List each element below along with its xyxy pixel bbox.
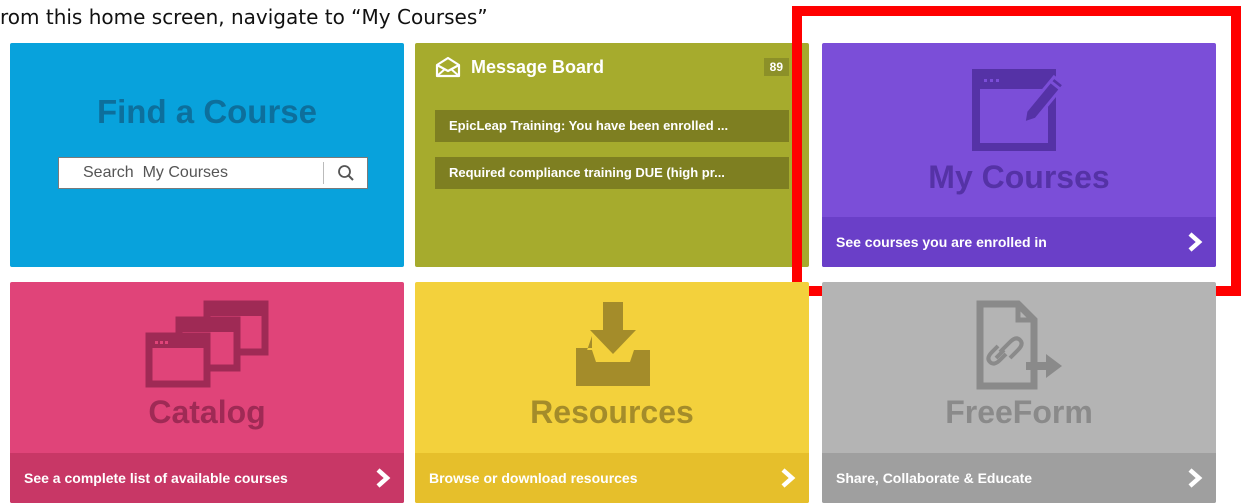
search-input[interactable]	[59, 158, 323, 188]
message-board-title: Message Board	[471, 56, 605, 77]
chevron-right-icon	[376, 468, 391, 488]
my-courses-footer-label: See courses you are enrolled in	[836, 234, 1047, 250]
catalog-link[interactable]: See a complete list of available courses	[10, 453, 404, 503]
resources-title: Resources	[530, 394, 694, 430]
resources-tile[interactable]: Resources Browse or download resources	[415, 282, 809, 503]
download-tray-icon	[576, 302, 650, 386]
catalog-title: Catalog	[148, 394, 266, 430]
search-box	[58, 157, 368, 189]
chevron-right-icon	[1188, 468, 1203, 488]
message-count-badge: 89	[763, 58, 789, 76]
document-link-icon	[976, 300, 1062, 390]
my-courses-tile[interactable]: My Courses See courses you are enrolled …	[822, 43, 1216, 267]
chevron-right-icon	[781, 468, 796, 488]
find-course-title: Find a Course	[96, 93, 318, 130]
window-pencil-icon	[972, 69, 1067, 151]
resources-footer-label: Browse or download resources	[429, 470, 638, 486]
message-item[interactable]: Required compliance training DUE (high p…	[435, 157, 789, 189]
stacked-windows-icon	[145, 300, 269, 388]
envelope-icon	[435, 56, 461, 78]
message-board-tile: Message Board 89 EpicLeap Training: You …	[415, 43, 809, 267]
my-courses-title: My Courses	[928, 159, 1110, 195]
freeform-tile[interactable]: FreeForm Share, Collaborate & Educate	[822, 282, 1216, 503]
freeform-link[interactable]: Share, Collaborate & Educate	[822, 453, 1216, 503]
search-button[interactable]	[325, 158, 367, 188]
search-divider	[323, 162, 324, 184]
find-course-tile: Find a Course	[10, 43, 404, 267]
instruction-text: rom this home screen, navigate to “My Co…	[0, 5, 488, 29]
message-item[interactable]: EpicLeap Training: You have been enrolle…	[435, 110, 789, 142]
chevron-right-icon	[1188, 232, 1203, 252]
message-board-header[interactable]: Message Board	[435, 56, 604, 78]
resources-link[interactable]: Browse or download resources	[415, 453, 809, 503]
catalog-tile[interactable]: Catalog See a complete list of available…	[10, 282, 404, 503]
my-courses-link[interactable]: See courses you are enrolled in	[822, 217, 1216, 267]
search-icon	[338, 165, 354, 181]
freeform-title: FreeForm	[945, 394, 1093, 430]
freeform-footer-label: Share, Collaborate & Educate	[836, 470, 1033, 486]
catalog-footer-label: See a complete list of available courses	[24, 470, 288, 486]
